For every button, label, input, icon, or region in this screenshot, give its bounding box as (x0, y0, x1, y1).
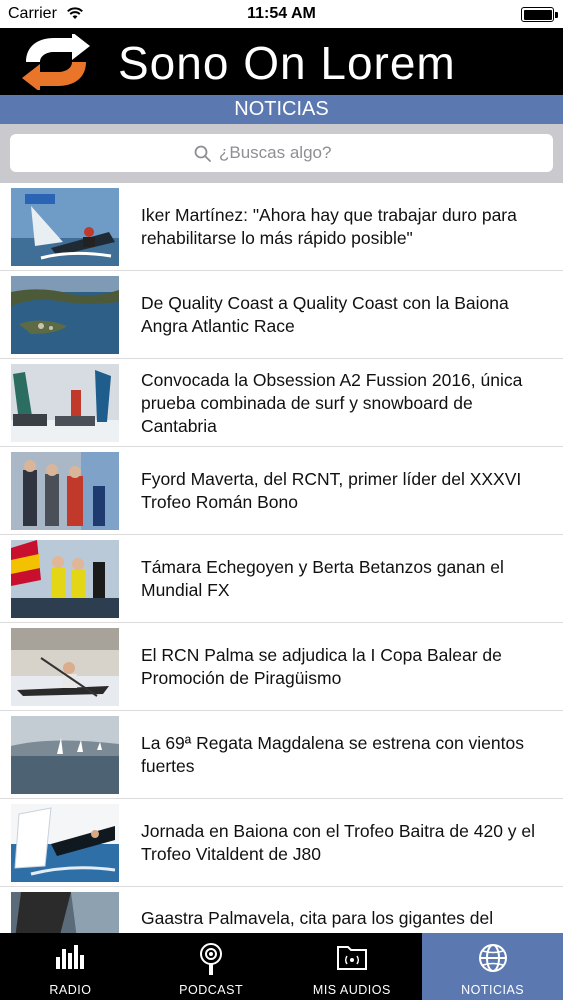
sailing-catamaran-photo (11, 188, 119, 266)
refresh-arrows-icon[interactable] (18, 34, 94, 90)
news-headline: Támara Echegoyen y Berta Betanzos ganan … (141, 557, 504, 600)
news-headline: Iker Martínez: "Ahora hay que trabajar d… (141, 205, 517, 248)
globe-icon (478, 944, 507, 972)
clock: 11:54 AM (247, 5, 316, 22)
dinghy-sailing-photo (11, 804, 119, 882)
news-item[interactable]: Iker Martínez: "Ahora hay que trabajar d… (0, 183, 563, 271)
tab-label: MIS AUDIOS (312, 983, 391, 997)
search-box[interactable] (10, 134, 553, 172)
news-headline: De Quality Coast a Quality Coast con la … (141, 293, 509, 336)
news-headline: Convocada la Obsession A2 Fussion 2016, … (141, 369, 523, 436)
status-bar: Carrier 11:54 AM (0, 0, 563, 28)
search-icon (194, 145, 211, 162)
news-item[interactable]: De Quality Coast a Quality Coast con la … (0, 271, 563, 359)
award-ceremony-photo (11, 452, 119, 530)
battery-icon (521, 7, 558, 22)
app-title: Sono On Lorem (118, 37, 456, 89)
news-headline: Jornada en Baiona con el Trofeo Baitra d… (141, 821, 536, 864)
tab-label: RADIO (49, 983, 92, 997)
audio-folder-icon (336, 946, 367, 970)
aerial-coast-photo (11, 276, 119, 354)
tab-label: NOTICIAS (461, 983, 525, 997)
news-item[interactable]: Támara Echegoyen y Berta Betanzos ganan … (0, 535, 563, 623)
search-area (0, 124, 563, 183)
search-input[interactable] (219, 143, 369, 163)
podcast-microphone-icon (200, 943, 223, 975)
section-title: NOTICIAS (234, 98, 329, 120)
news-item[interactable]: La 69ª Regata Magdalena se estrena con v… (0, 711, 563, 799)
canoe-photo (11, 628, 119, 706)
equalizer-icon (56, 945, 85, 969)
sail-closeup-photo (11, 892, 119, 933)
news-item[interactable]: Fyord Maverta, del RCNT, primer líder de… (0, 447, 563, 535)
news-list[interactable]: Iker Martínez: "Ahora hay que trabajar d… (0, 183, 563, 933)
tab-mis-audios[interactable]: MIS AUDIOS (282, 933, 423, 1000)
news-headline: El RCN Palma se adjudica la I Copa Balea… (141, 645, 502, 688)
regatta-fleet-photo (11, 716, 119, 794)
snow-event-photo (11, 364, 119, 442)
news-headline: Gaastra Palmavela, cita para los gigante… (141, 908, 494, 928)
sailors-celebrating-photo (11, 540, 119, 618)
news-item[interactable]: Jornada en Baiona con el Trofeo Baitra d… (0, 799, 563, 887)
app-header: Sono On Lorem (0, 28, 563, 95)
news-item[interactable]: El RCN Palma se adjudica la I Copa Balea… (0, 623, 563, 711)
tab-label: PODCAST (179, 983, 244, 997)
news-headline: La 69ª Regata Magdalena se estrena con v… (141, 733, 524, 776)
section-bar: NOTICIAS (0, 95, 563, 124)
tab-bar: RADIO PODCAST MIS AUDIOS NOTICIAS (0, 933, 563, 1000)
tab-noticias[interactable]: NOTICIAS (422, 933, 563, 1000)
news-item[interactable]: Convocada la Obsession A2 Fussion 2016, … (0, 359, 563, 447)
tab-podcast[interactable]: PODCAST (141, 933, 282, 1000)
news-item[interactable]: Gaastra Palmavela, cita para los gigante… (0, 887, 563, 933)
news-headline: Fyord Maverta, del RCNT, primer líder de… (141, 469, 522, 512)
tab-radio[interactable]: RADIO (0, 933, 141, 1000)
